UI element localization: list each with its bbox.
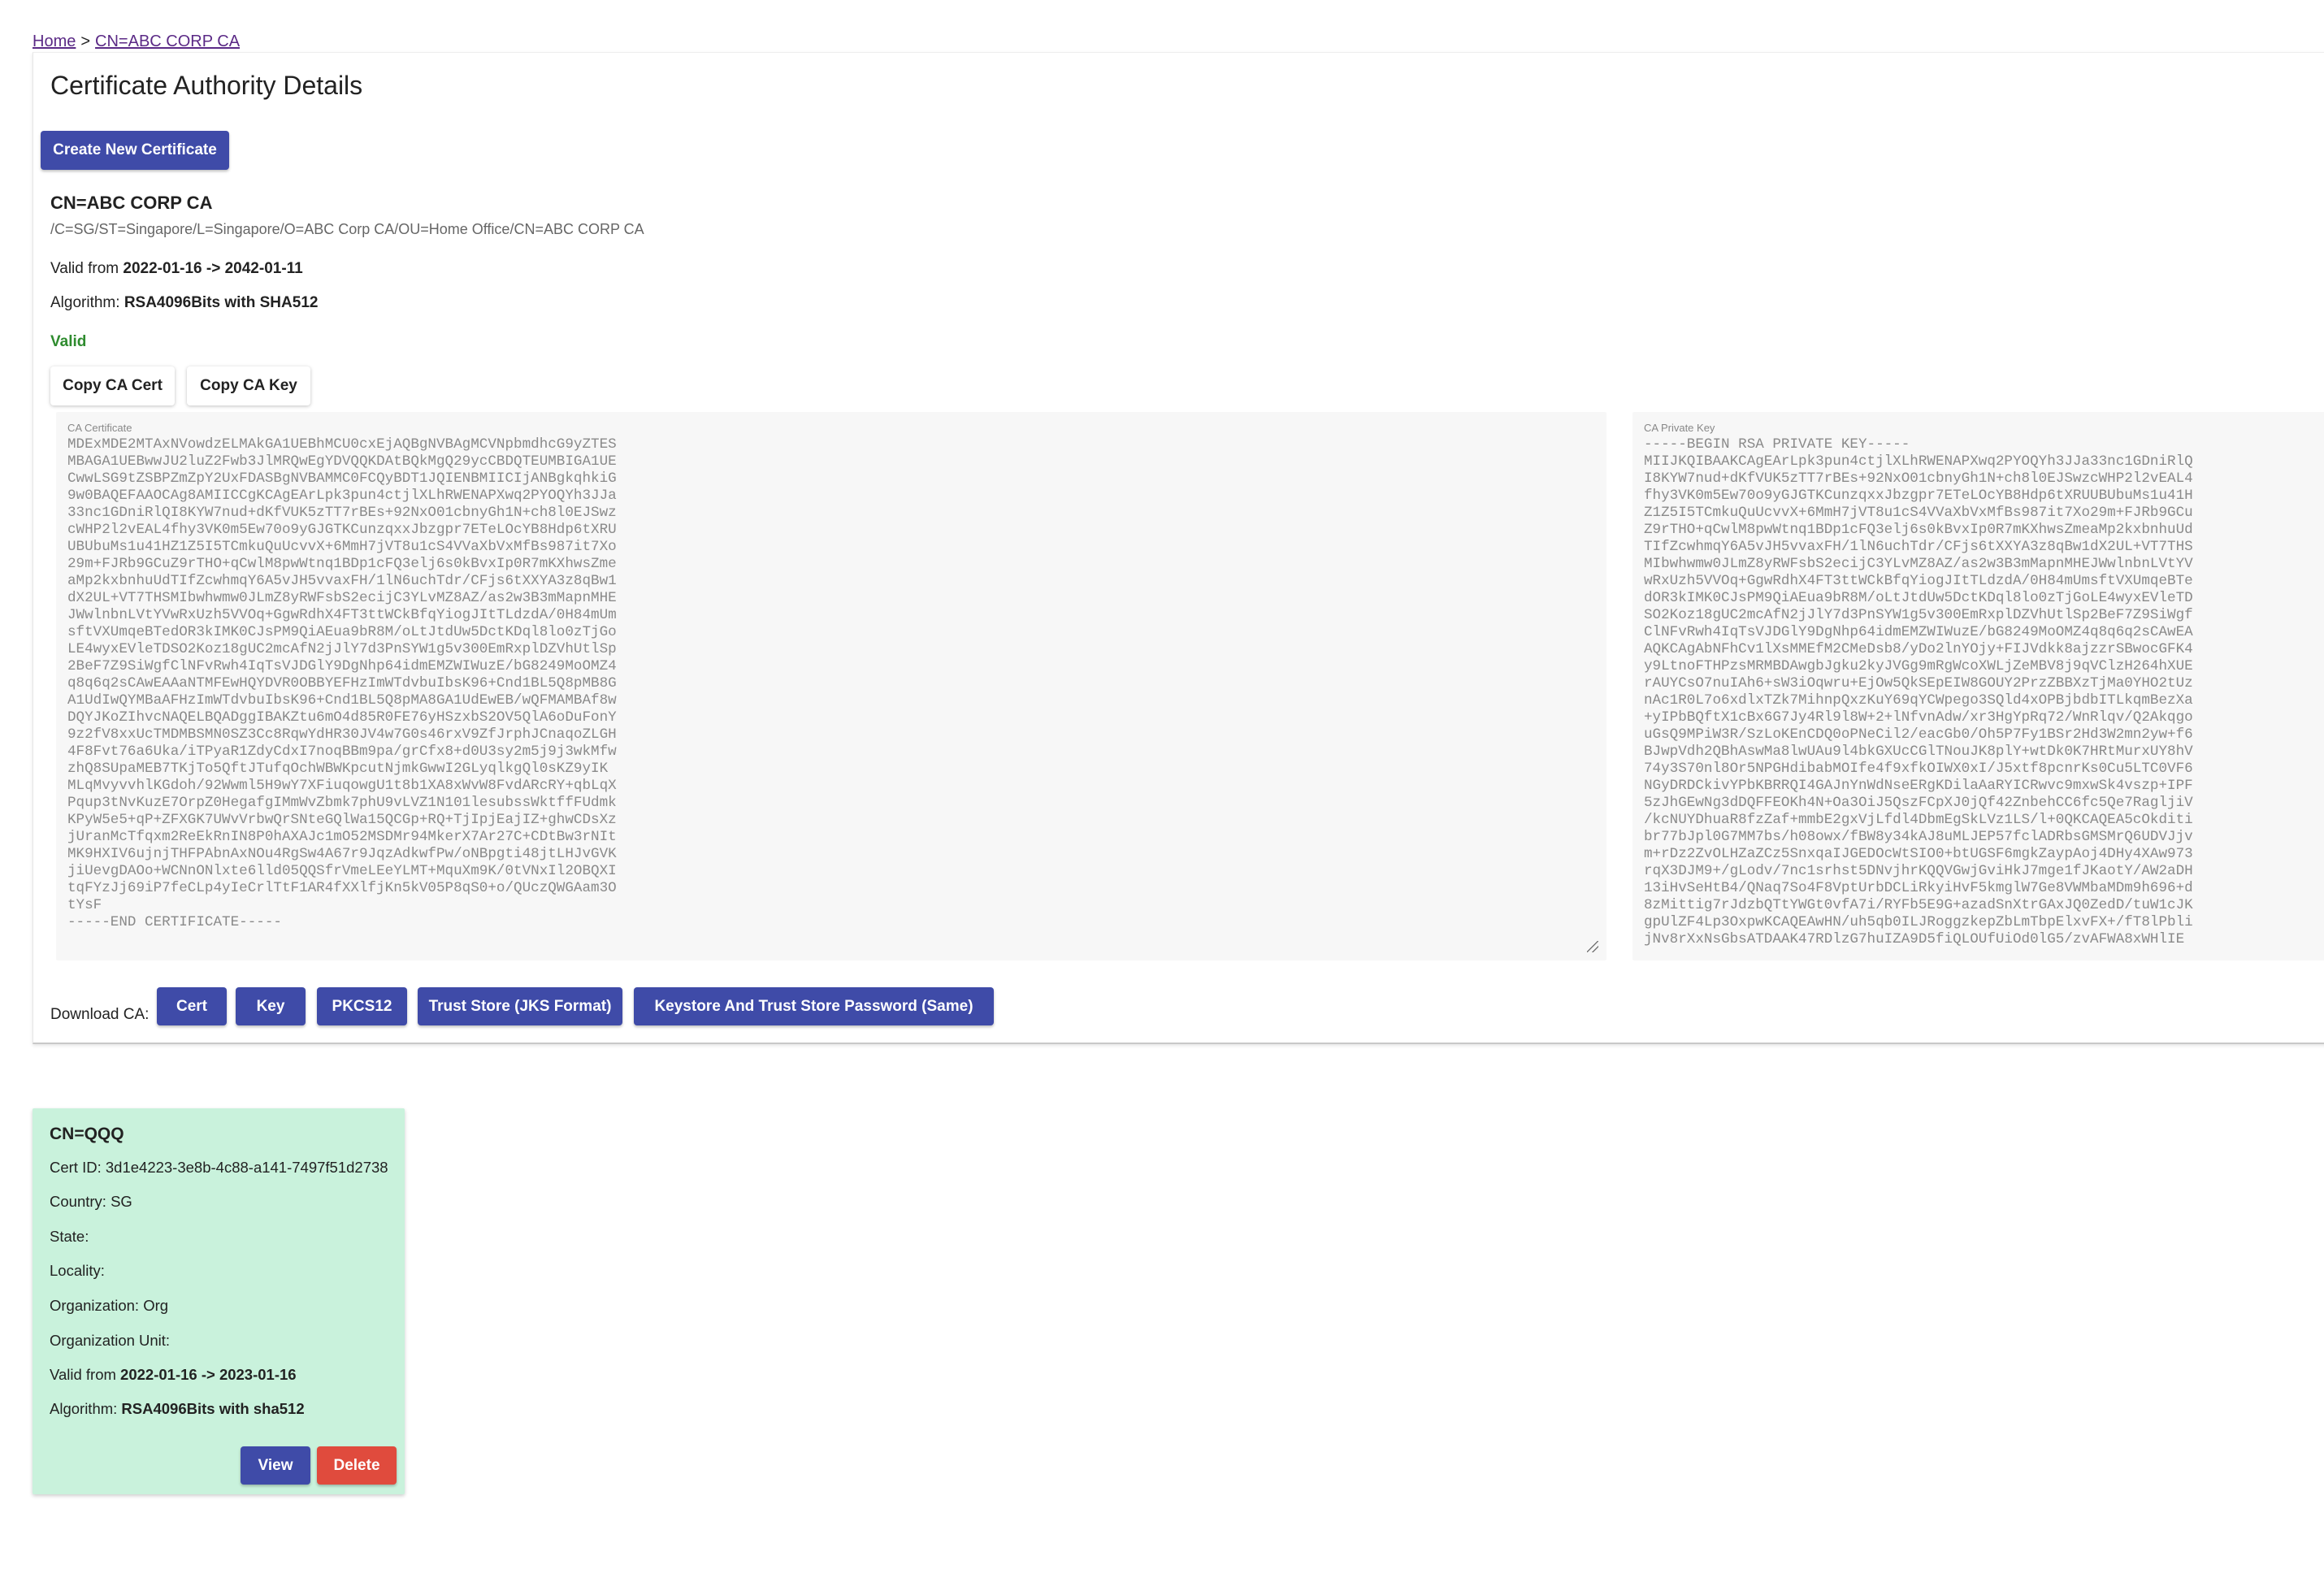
valid-to-date: 2042-01-11 (224, 260, 303, 277)
cert-validity: Valid from 2022-01-16 -> 2023-01-16 (50, 1366, 297, 1384)
cert-locality: Locality: (50, 1262, 105, 1280)
valid-from-date: 2022-01-16 (120, 1366, 197, 1383)
ca-details-panel: Certificate Authority Details Create New… (33, 52, 2324, 1044)
ca-certificate-label: CA Certificate (67, 422, 132, 434)
valid-from-date: 2022-01-16 (123, 260, 202, 277)
cert-common-name: CN=QQQ (50, 1125, 124, 1143)
ca-private-key-label: CA Private Key (1644, 422, 1715, 434)
download-pkcs12-button[interactable]: PKCS12 (317, 987, 407, 1025)
validity-prefix: Valid from (50, 260, 124, 277)
algorithm-value: RSA4096Bits with SHA512 (124, 294, 319, 311)
validity-prefix: Valid from (50, 1366, 121, 1383)
cert-algorithm: Algorithm: RSA4096Bits with sha512 (50, 1400, 305, 1418)
keystore-truststore-password-button[interactable]: Keystore And Trust Store Password (Same) (634, 987, 994, 1025)
state-label: State: (50, 1228, 89, 1245)
breadcrumb: Home > CN=ABC CORP CA (33, 33, 240, 51)
create-new-certificate-button[interactable]: Create New Certificate (41, 131, 229, 170)
resize-handle-icon[interactable] (1587, 941, 1598, 952)
cert-state: State: (50, 1228, 89, 1246)
cert-organization-unit: Organization Unit: (50, 1332, 170, 1350)
breadcrumb-current-link[interactable]: CN=ABC CORP CA (95, 33, 240, 50)
download-ca-label: Download CA: (50, 1006, 150, 1023)
algorithm-prefix: Algorithm: (50, 1400, 122, 1417)
ca-certificate-text: MDExMDE2MTAxNVowdzELMAkGA1UEBhMCU0cxEjAQ… (67, 436, 617, 930)
download-truststore-button[interactable]: Trust Store (JKS Format) (418, 987, 622, 1025)
copy-ca-key-button[interactable]: Copy CA Key (187, 366, 310, 405)
organization-unit-label: Organization Unit: (50, 1332, 171, 1349)
delete-button[interactable]: Delete (317, 1446, 397, 1485)
status-badge: Valid (50, 333, 87, 350)
ca-algorithm: Algorithm: RSA4096Bits with SHA512 (50, 294, 318, 312)
ca-common-name: CN=ABC CORP CA (50, 193, 213, 213)
ca-private-key-text: -----BEGIN RSA PRIVATE KEY----- MIIJKQIB… (1644, 436, 2193, 947)
ca-certificate-textarea[interactable]: CA Certificate MDExMDE2MTAxNVowdzELMAkGA… (56, 412, 1606, 960)
ca-distinguished-name: /C=SG/ST=Singapore/L=Singapore/O=ABC Cor… (50, 221, 644, 237)
cert-id-label: Cert ID: (50, 1159, 106, 1176)
valid-to-date: 2023-01-16 (219, 1366, 297, 1383)
algorithm-prefix: Algorithm: (50, 294, 124, 311)
page-title: Certificate Authority Details (50, 71, 363, 100)
download-cert-button[interactable]: Cert (157, 987, 227, 1025)
country-label: Country: (50, 1193, 111, 1210)
locality-label: Locality: (50, 1262, 105, 1279)
ca-validity: Valid from 2022-01-16 -> 2042-01-11 (50, 260, 303, 278)
view-button[interactable]: View (241, 1446, 310, 1485)
copy-ca-cert-button[interactable]: Copy CA Cert (50, 366, 175, 405)
download-key-button[interactable]: Key (236, 987, 306, 1025)
cert-country: Country: SG (50, 1193, 132, 1211)
cert-id: Cert ID: 3d1e4223-3e8b-4c88-a141-7497f51… (50, 1159, 388, 1177)
cert-organization: Organization: Org (50, 1297, 168, 1315)
organization-label: Organization: (50, 1297, 144, 1314)
breadcrumb-home-link[interactable]: Home (33, 33, 76, 50)
certificate-card: CN=QQQ Cert ID: 3d1e4223-3e8b-4c88-a141-… (33, 1108, 405, 1494)
cert-id-value: 3d1e4223-3e8b-4c88-a141-7497f51d2738 (105, 1159, 388, 1176)
breadcrumb-separator: > (80, 33, 91, 50)
country-value: SG (111, 1193, 132, 1210)
ca-private-key-textarea[interactable]: CA Private Key -----BEGIN RSA PRIVATE KE… (1632, 412, 2324, 960)
organization-value: Org (143, 1297, 169, 1314)
validity-arrow: -> (202, 260, 225, 277)
validity-arrow: -> (197, 1366, 219, 1383)
algorithm-value: RSA4096Bits with sha512 (121, 1400, 305, 1417)
